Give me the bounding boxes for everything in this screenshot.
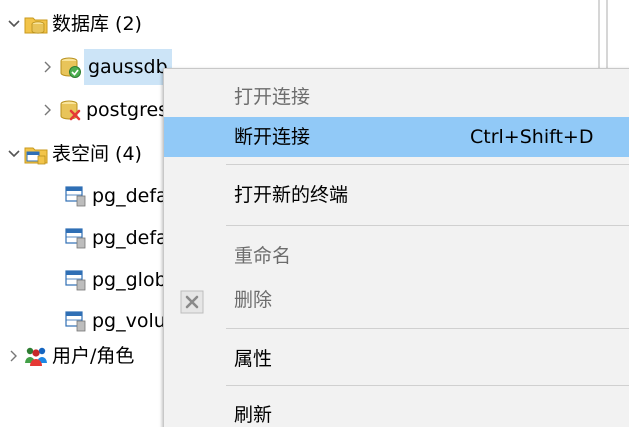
window: 数据库 (2) gaussdb postgres 表空间 (4) pg_defa… [0,0,629,427]
chevron-down-icon[interactable] [6,136,22,172]
menu-item-rename[interactable]: 重命名 [164,236,629,276]
tree-label-postgres: postgres [86,99,169,121]
database-connected-icon [58,55,82,79]
menu-item-properties[interactable]: 属性 [164,339,629,379]
table-icon [64,226,88,250]
chevron-down-icon[interactable] [6,6,22,42]
database-disconnected-icon [58,98,82,122]
menu-item-shortcut: Ctrl+Shift+D [470,126,594,148]
tree-label-databases: 数据库 (2) [52,13,142,35]
menu-separator [226,385,629,386]
tree-node-tablespaces[interactable]: 表空间 (4) [6,136,142,172]
tree-label-gaussdb: gaussdb [84,49,172,85]
chevron-right-icon[interactable] [6,338,22,374]
table-icon [64,309,88,333]
database-folder-icon [24,12,48,36]
table-icon [64,268,88,292]
users-icon [24,344,48,368]
menu-item-label: 删除 [234,289,273,311]
menu-separator [226,164,629,165]
menu-item-label: 断开连接 [234,126,311,148]
menu-item-label: 属性 [234,348,273,370]
menu-item-label: 打开新的终端 [234,184,349,206]
delete-icon [180,288,204,314]
tree-node-db-postgres[interactable]: postgres [40,92,168,128]
menu-separator [226,328,629,329]
tree-node-db-gaussdb[interactable]: gaussdb [40,49,172,85]
menu-item-disconnect[interactable]: 断开连接 Ctrl+Shift+D [164,117,629,157]
menu-item-open-connection[interactable]: 打开连接 [164,77,629,117]
menu-item-label: 重命名 [234,245,292,267]
tree-node-databases[interactable]: 数据库 (2) [6,6,142,42]
chevron-right-icon[interactable] [40,49,56,85]
menu-item-label: 刷新 [234,404,273,426]
context-menu: 打开连接 断开连接 Ctrl+Shift+D 打开新的终端 重命名 删除 属性 … [163,68,629,427]
table-icon [64,184,88,208]
menu-item-label: 打开连接 [234,86,311,108]
tablespace-folder-icon [24,142,48,166]
menu-item-delete[interactable]: 删除 [164,280,629,320]
menu-item-open-new-terminal[interactable]: 打开新的终端 [164,175,629,215]
chevron-right-icon[interactable] [40,92,56,128]
menu-item-refresh[interactable]: 刷新 [164,395,629,427]
panel-splitter[interactable] [598,0,612,70]
menu-separator [226,225,629,226]
tree-label-tablespaces: 表空间 (4) [52,143,142,165]
tree-node-users[interactable]: 用户/角色 [6,338,134,374]
tree-label-users: 用户/角色 [52,345,135,367]
